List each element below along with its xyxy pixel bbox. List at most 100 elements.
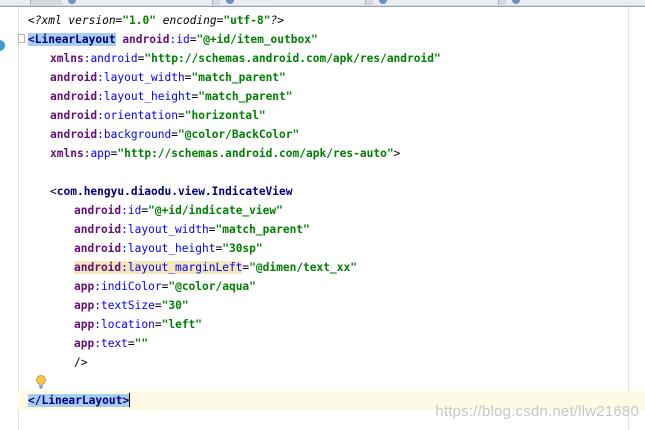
attr-namespace: android bbox=[74, 204, 122, 217]
code-line: android:layout_height="30sp" bbox=[28, 239, 645, 258]
attr-colon: : bbox=[121, 223, 128, 236]
fold-toggle-icon[interactable] bbox=[18, 34, 25, 43]
linear-layout-close-tag: LinearLayout bbox=[41, 394, 123, 407]
editor-tab[interactable] bbox=[0, 0, 31, 5]
editor-tab[interactable] bbox=[62, 0, 213, 5]
attr-colon: : bbox=[97, 109, 104, 122]
code-line: /> bbox=[28, 353, 645, 372]
attr-name: layout_width bbox=[127, 223, 209, 236]
code-line: android:layout_width="match_parent" bbox=[28, 68, 645, 87]
attr-equals: = bbox=[171, 128, 179, 141]
xml-encoding-value: "utf-8" bbox=[223, 14, 271, 27]
attr-name: textSize bbox=[100, 299, 155, 312]
text-caret bbox=[129, 393, 131, 407]
code-area[interactable]: <?xml version="1.0" encoding="utf-8"?> <… bbox=[18, 11, 645, 410]
tag-close-bracket: > bbox=[122, 394, 130, 407]
attr-colon: : bbox=[94, 318, 101, 331]
attr-namespace: android bbox=[74, 223, 122, 236]
code-line: android:layout_marginLeft="@dimen/text_x… bbox=[28, 258, 645, 277]
attr-value: "match_parent" bbox=[215, 223, 310, 236]
xml-encoding-label: encoding= bbox=[155, 14, 224, 27]
attr-equals: = bbox=[127, 337, 135, 350]
attr-value: "30" bbox=[161, 299, 189, 312]
attr-equals: = bbox=[154, 299, 162, 312]
attr-colon: : bbox=[94, 280, 101, 293]
attr-value: "@+id/indicate_view" bbox=[148, 204, 283, 217]
attr-namespace: xmlns bbox=[50, 147, 84, 160]
editor-tab-strip bbox=[0, 0, 645, 7]
code-line: app:text="" bbox=[28, 334, 645, 353]
code-line: <LinearLayout android:id="@+id/item_outb… bbox=[28, 30, 645, 49]
xml-version-value: "1.0" bbox=[122, 14, 156, 27]
breakpoint-icon[interactable] bbox=[0, 40, 5, 51]
code-line: android:orientation="horizontal" bbox=[28, 106, 645, 125]
attr-namespace: android bbox=[50, 71, 98, 84]
editor-gutter[interactable] bbox=[0, 7, 19, 430]
attr-namespace: xmlns bbox=[50, 52, 84, 65]
attr-equals: = bbox=[154, 318, 162, 331]
attr-value: "match_parent" bbox=[191, 71, 286, 84]
attr-name: layout_marginLeft bbox=[127, 261, 243, 274]
code-line: <com.hengyu.diaodu.view.IndicateView bbox=[28, 182, 645, 201]
attr-value: "http://schemas.android.com/apk/res/andr… bbox=[144, 52, 441, 65]
linear-layout-open-tag: LinearLayout bbox=[34, 33, 116, 46]
editor-tab[interactable] bbox=[373, 0, 499, 5]
attr-name: layout_height bbox=[103, 90, 192, 103]
attr-value: "" bbox=[134, 337, 149, 350]
attr-name: layout_width bbox=[103, 71, 185, 84]
attr-value: "@+id/item_outbox" bbox=[196, 33, 318, 46]
attr-namespace: app bbox=[74, 318, 95, 331]
file-icon bbox=[68, 0, 76, 4]
attr-namespace: app bbox=[74, 280, 95, 293]
watermark-text: https://blog.csdn.net/llw21680 bbox=[435, 403, 639, 420]
attr-name: background bbox=[103, 128, 172, 141]
attr-name: layout_height bbox=[127, 242, 216, 255]
file-icon bbox=[226, 0, 234, 4]
attr-value: "@color/aqua" bbox=[168, 280, 256, 293]
attr-colon: : bbox=[97, 128, 104, 141]
code-line: app:textSize="30" bbox=[28, 296, 645, 315]
code-line: android:layout_width="match_parent" bbox=[28, 220, 645, 239]
attr-namespace: android bbox=[74, 261, 122, 274]
editor-tab[interactable] bbox=[506, 0, 645, 5]
code-line: android:background="@color/BackColor" bbox=[28, 125, 645, 144]
attr-namespace: app bbox=[74, 337, 95, 350]
attr-value: "@color/BackColor" bbox=[178, 128, 300, 141]
code-line: app:location="left" bbox=[28, 315, 645, 334]
attr-colon: : bbox=[97, 71, 104, 84]
code-line: android:id="@+id/indicate_view" bbox=[28, 201, 645, 220]
attr-name: id bbox=[176, 33, 190, 46]
file-icon bbox=[379, 0, 387, 4]
attr-value: "30sp" bbox=[222, 242, 263, 255]
attr-namespace: app bbox=[74, 299, 95, 312]
attr-name: android bbox=[90, 52, 138, 65]
attr-name: indiColor bbox=[100, 280, 162, 293]
code-line: xmlns:app="http://schemas.android.com/ap… bbox=[28, 144, 645, 163]
code-line: xmlns:android="http://schemas.android.co… bbox=[28, 49, 645, 68]
attr-name: orientation bbox=[103, 109, 178, 122]
attr-namespace: android bbox=[50, 90, 98, 103]
self-close-bracket: /> bbox=[74, 356, 88, 369]
code-editor-window: <?xml version="1.0" encoding="utf-8"?> <… bbox=[0, 0, 645, 430]
attr-name: app bbox=[90, 147, 111, 160]
code-line: <?xml version="1.0" encoding="utf-8"?> bbox=[28, 11, 645, 30]
tag-open-bracket: </ bbox=[28, 394, 42, 407]
code-line: android:layout_height="match_parent" bbox=[28, 87, 645, 106]
attr-equals: = bbox=[178, 109, 185, 122]
tag-close-bracket: > bbox=[393, 147, 401, 160]
code-line: app:indiColor="@color/aqua" bbox=[28, 277, 645, 296]
xml-declaration-start: <?xml version= bbox=[28, 14, 123, 27]
attr-value: "@dimen/text_xx" bbox=[249, 261, 357, 274]
attr-colon: : bbox=[121, 204, 128, 217]
xml-declaration-end: ?> bbox=[270, 14, 284, 27]
attr-value: "http://schemas.android.com/apk/res-auto… bbox=[117, 147, 394, 160]
attr-name: id bbox=[127, 204, 142, 217]
attr-name: location bbox=[100, 318, 155, 331]
file-icon bbox=[512, 0, 520, 4]
editor-tab[interactable] bbox=[220, 0, 366, 5]
attr-colon: : bbox=[94, 337, 101, 350]
attr-namespace: android bbox=[50, 128, 98, 141]
attr-colon: : bbox=[94, 299, 101, 312]
